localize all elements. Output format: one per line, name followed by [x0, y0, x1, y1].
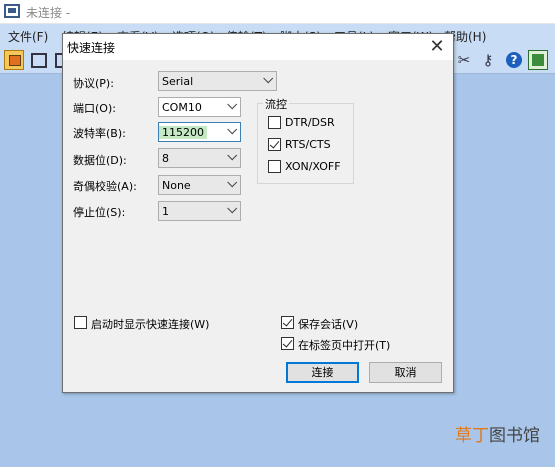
chevron-down-icon: [227, 124, 238, 135]
show-on-startup-label: 启动时显示快速连接(W): [91, 318, 210, 331]
rts-cts-label: RTS/CTS: [285, 138, 331, 151]
connect-icon[interactable]: [4, 50, 24, 70]
port-select[interactable]: COM10: [158, 97, 241, 117]
stopbits-value: 1: [162, 205, 169, 218]
checkbox-box: [268, 160, 281, 173]
databits-select[interactable]: 8: [158, 148, 241, 168]
dialog-title: 快速连接: [67, 41, 116, 55]
databits-value: 8: [162, 152, 169, 165]
chevron-down-icon: [227, 203, 238, 214]
quick-connect-dialog: 快速连接 ✕ 协议(P): Serial 端口(O): COM10 波特率(B)…: [62, 33, 454, 393]
quick-connect-icon[interactable]: [28, 50, 48, 70]
dtr-dsr-label: DTR/DSR: [285, 116, 335, 129]
key-icon[interactable]: ⚷: [478, 50, 498, 70]
protocol-select[interactable]: Serial: [158, 71, 277, 91]
databits-label: 数据位(D):: [73, 154, 127, 167]
protocol-value: Serial: [162, 75, 194, 88]
extension-icon[interactable]: [528, 50, 548, 70]
app-titlebar: 未连接 -: [0, 0, 555, 24]
baud-value: 115200: [159, 126, 207, 139]
port-value: COM10: [162, 101, 202, 114]
baud-select[interactable]: 115200: [158, 122, 241, 142]
save-session-label: 保存会话(V): [298, 318, 359, 331]
checkbox-box: [74, 316, 87, 329]
chevron-down-icon: [263, 73, 274, 84]
watermark: 草丁图书馆: [455, 426, 540, 446]
xon-xoff-label: XON/XOFF: [285, 160, 341, 173]
menu-file[interactable]: 文件(F): [8, 28, 48, 45]
parity-label: 奇偶校验(A):: [73, 180, 137, 193]
help-icon[interactable]: ?: [506, 52, 522, 68]
stopbits-label: 停止位(S):: [73, 206, 126, 219]
checkbox-box-checked: [281, 316, 294, 329]
baud-label: 波特率(B):: [73, 127, 126, 140]
port-label: 端口(O):: [73, 102, 116, 115]
tools-icon[interactable]: ✂: [454, 50, 474, 70]
chevron-down-icon: [227, 99, 238, 110]
parity-value: None: [162, 179, 191, 192]
checkbox-box-checked: [281, 337, 294, 350]
chevron-down-icon: [227, 177, 238, 188]
stopbits-select[interactable]: 1: [158, 201, 241, 221]
dialog-titlebar: 快速连接 ✕: [63, 34, 453, 60]
checkbox-box: [268, 116, 281, 129]
connect-button[interactable]: 连接: [286, 362, 359, 383]
app-title: 未连接 -: [26, 6, 71, 20]
checkbox-box-checked: [268, 138, 281, 151]
cancel-button[interactable]: 取消: [369, 362, 442, 383]
close-icon[interactable]: ✕: [425, 36, 449, 58]
app-icon: [4, 4, 20, 18]
protocol-label: 协议(P):: [73, 77, 114, 90]
open-in-tab-label: 在标签页中打开(T): [298, 339, 391, 352]
flow-control-title: 流控: [263, 96, 289, 112]
parity-select[interactable]: None: [158, 175, 241, 195]
chevron-down-icon: [227, 150, 238, 161]
